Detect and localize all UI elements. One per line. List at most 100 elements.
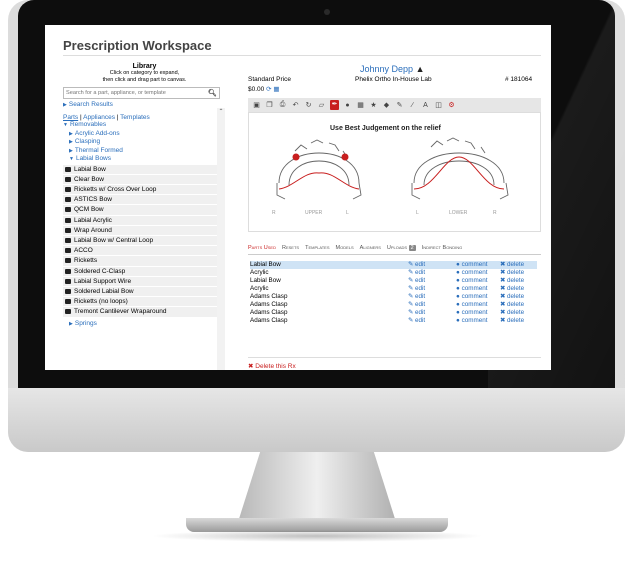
tab-models[interactable]: Models xyxy=(336,245,354,251)
delete-link[interactable]: ✖ delete xyxy=(500,317,524,325)
text-tool-icon[interactable]: A xyxy=(421,102,430,109)
edit-link-label: edit xyxy=(415,293,426,300)
search-icon[interactable]: 🔍︎ xyxy=(208,89,217,97)
comment-link[interactable]: ● comment xyxy=(456,309,500,317)
settings-icon[interactable]: ⚙ xyxy=(447,101,456,109)
table-row[interactable]: Labial Bow ✎ edit ● comment ✖ delete xyxy=(250,277,537,285)
search-results-toggle[interactable]: ▶ Search Results xyxy=(63,101,226,110)
library-item[interactable]: Soldered Labial Bow xyxy=(63,286,218,298)
comment-link[interactable]: ● comment xyxy=(456,285,500,293)
tab-aligners[interactable]: Aligners xyxy=(360,245,381,251)
library-item[interactable]: Ricketts w/ Cross Over Loop xyxy=(63,184,218,196)
tab-parts-used[interactable]: Parts Used xyxy=(248,245,276,251)
library-item[interactable]: QCM Bow xyxy=(63,205,218,216)
comment-link[interactable]: ● comment xyxy=(456,317,500,325)
layers-icon[interactable]: ◫ xyxy=(434,101,443,109)
save-icon[interactable]: ▣ xyxy=(252,101,261,109)
scroll-up-icon[interactable]: ⌃ xyxy=(217,108,225,115)
delete-link[interactable]: ✖ delete xyxy=(500,301,524,309)
comment-link[interactable]: ● comment xyxy=(456,301,500,309)
delete-link[interactable]: ✖ delete xyxy=(500,261,524,269)
library-item[interactable]: Clear Bow xyxy=(63,174,218,185)
trash-icon[interactable]: ▱ xyxy=(317,101,326,109)
table-row[interactable]: Acrylic ✎ edit ● comment ✖ delete xyxy=(250,269,537,277)
comment-link[interactable]: ● comment xyxy=(456,293,500,301)
search-box: 🔍︎ xyxy=(63,87,220,99)
delete-icon: ✖ xyxy=(500,269,508,276)
delete-link[interactable]: ✖ delete xyxy=(500,293,524,301)
comment-tool-icon[interactable]: ● xyxy=(343,102,352,109)
library-item[interactable]: Labial Acrylic xyxy=(63,215,218,226)
library-item[interactable]: Wrap Around xyxy=(63,225,218,236)
category-thermal-formed[interactable]: ▶ Thermal Formed xyxy=(63,147,226,156)
delete-rx-link[interactable]: ✖ Delete this Rx xyxy=(248,362,296,370)
category-removables[interactable]: ▼ Removables xyxy=(63,121,226,130)
table-row[interactable]: Adams Clasp ✎ edit ● comment ✖ delete xyxy=(250,309,537,317)
pencil-tool-icon[interactable]: ✎ xyxy=(395,101,404,109)
library-item[interactable]: ACCO xyxy=(63,246,218,257)
delete-link[interactable]: ✖ delete xyxy=(500,285,524,293)
edit-link[interactable]: ✎ edit xyxy=(408,285,456,293)
canvas-note: Use Best Judgement on the relief xyxy=(330,125,441,132)
library-scrollbar[interactable]: ⌃ xyxy=(217,108,225,370)
comment-link[interactable]: ● comment xyxy=(456,277,500,285)
library-item[interactable]: Soldered C-Clasp xyxy=(63,266,218,277)
print-icon[interactable]: ⎙ xyxy=(278,101,287,109)
category-labial-bows[interactable]: ▼ Labial Bows xyxy=(63,155,226,164)
comment-link[interactable]: ● comment xyxy=(456,261,500,269)
tab-resets[interactable]: Resets xyxy=(282,245,299,251)
table-row[interactable]: Adams Clasp ✎ edit ● comment ✖ delete xyxy=(250,317,537,325)
calendar-icon[interactable]: ▦ xyxy=(273,86,279,93)
edit-link[interactable]: ✎ edit xyxy=(408,277,456,285)
category-label: Springs xyxy=(74,319,97,327)
library-item-label: Labial Support Wire xyxy=(74,277,132,285)
library-item[interactable]: Labial Bow w/ Central Loop xyxy=(63,235,218,247)
pen-tool-icon[interactable]: ✒ xyxy=(330,100,339,110)
caret-right-icon: ▶ xyxy=(69,320,73,327)
edit-icon: ✎ xyxy=(408,285,416,292)
tab-appliances[interactable]: Appliances xyxy=(83,114,115,121)
tab-templates[interactable]: Templates xyxy=(305,245,329,251)
comment-link[interactable]: ● comment xyxy=(456,269,500,277)
tab-indirect-bonding[interactable]: Indirect Bonding xyxy=(422,245,463,251)
table-row[interactable]: Acrylic ✎ edit ● comment ✖ delete xyxy=(250,285,537,293)
category-acrylic-addons[interactable]: ▶ Acrylic Add-ons xyxy=(63,130,226,139)
tab-templates[interactable]: Templates xyxy=(120,114,150,121)
undo-icon[interactable]: ↶ xyxy=(291,101,300,109)
refresh-icon[interactable]: ⟳ xyxy=(266,86,271,93)
edit-link[interactable]: ✎ edit xyxy=(408,261,456,269)
edit-link[interactable]: ✎ edit xyxy=(408,269,456,277)
caret-right-icon: ▶ xyxy=(69,147,73,154)
edit-link[interactable]: ✎ edit xyxy=(408,317,456,325)
delete-link[interactable]: ✖ delete xyxy=(500,277,524,285)
library-item[interactable]: Labial Bow xyxy=(63,164,218,175)
category-springs[interactable]: ▶ Springs xyxy=(63,320,226,329)
edit-link[interactable]: ✎ edit xyxy=(408,301,456,309)
redo-icon[interactable]: ↻ xyxy=(304,101,313,109)
library-item[interactable]: Labial Support Wire xyxy=(63,276,218,287)
patient-name[interactable]: Johnny Depp ▲ xyxy=(360,64,424,74)
table-row[interactable]: Labial Bow ✎ edit ● comment ✖ delete xyxy=(250,261,537,269)
library-item[interactable]: Ricketts (no loops) xyxy=(63,297,218,308)
delete-link[interactable]: ✖ delete xyxy=(500,269,524,277)
tab-parts[interactable]: Parts xyxy=(63,114,78,121)
delete-link[interactable]: ✖ delete xyxy=(500,309,524,317)
table-row[interactable]: Adams Clasp ✎ edit ● comment ✖ delete xyxy=(250,293,537,301)
copy-icon[interactable]: ❐ xyxy=(265,101,274,109)
edit-link[interactable]: ✎ edit xyxy=(408,293,456,301)
search-input[interactable] xyxy=(64,90,208,96)
library-item[interactable]: Tremont Cantilever Wraparound xyxy=(63,307,218,318)
table-row[interactable]: Adams Clasp ✎ edit ● comment ✖ delete xyxy=(250,301,537,309)
library-item[interactable]: Ricketts xyxy=(63,256,218,267)
star-tool-icon[interactable]: ★ xyxy=(369,101,378,109)
tab-uploads[interactable]: Uploads 2 xyxy=(387,245,416,251)
delete-link-label: delete xyxy=(507,269,525,276)
library-item[interactable]: ASTICS Bow xyxy=(63,195,218,206)
category-clasping[interactable]: ▶ Clasping xyxy=(63,138,226,147)
line-tool-icon[interactable]: ∕ xyxy=(408,102,417,109)
comment-link-label: comment xyxy=(461,285,488,292)
tag-tool-icon[interactable]: ◆ xyxy=(382,101,391,109)
edit-link[interactable]: ✎ edit xyxy=(408,309,456,317)
grid-tool-icon[interactable]: ▦ xyxy=(356,101,365,109)
part-name: Acrylic xyxy=(250,269,408,277)
